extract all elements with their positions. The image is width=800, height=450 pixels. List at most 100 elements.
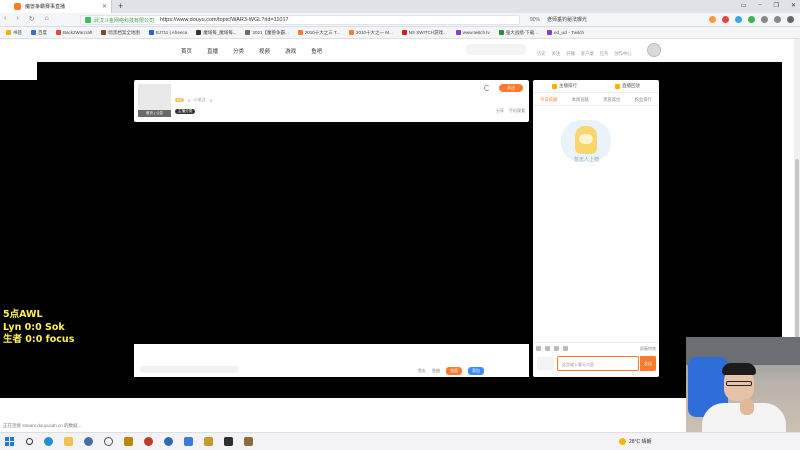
weather-widget[interactable]: 28°C 晴朗: [619, 438, 652, 445]
bookmark-item[interactable]: 强大战绩-下载...: [498, 30, 538, 36]
bookmark-item[interactable]: ed_ucl - Twitch: [547, 30, 584, 35]
bookmark-item[interactable]: 书签: [6, 30, 22, 36]
user-avatar[interactable]: [647, 43, 661, 57]
record-icon[interactable]: [144, 437, 153, 446]
download-icon[interactable]: [761, 16, 768, 23]
bookmark-icon: [101, 30, 107, 35]
site-nav-item[interactable]: 直播: [207, 47, 218, 55]
scrollbar-thumb[interactable]: [795, 159, 799, 359]
gift-tools: 鱼丸 鱼翅 充值 背包: [418, 367, 484, 375]
screenshot-icon[interactable]: [545, 346, 550, 351]
bookmark-item[interactable]: 2021【魔兽争霸...: [245, 30, 289, 36]
window-restore-icon[interactable]: ▭: [741, 2, 747, 9]
browser-tab[interactable]: 魔兽争霸赛事直播 ✕: [0, 0, 112, 13]
site-nav-item[interactable]: 视频: [259, 47, 270, 55]
send-button[interactable]: 发送: [640, 356, 656, 371]
bookmark-item[interactable]: www.twitch.tv: [455, 30, 490, 35]
bookmark-label: 2010十大之三 T...: [304, 29, 340, 35]
chat-input[interactable]: 这里输入聊天内容: [557, 356, 639, 371]
extension-icon[interactable]: [709, 16, 716, 23]
window-close-icon[interactable]: ✕: [791, 2, 796, 9]
mobile-watch-button[interactable]: 手机观看: [509, 108, 525, 114]
status-text: 正在连接 stream.douyucdn.cn 的数据...: [3, 423, 82, 428]
site-nav-item[interactable]: 首页: [181, 47, 192, 55]
extension-icon[interactable]: [735, 16, 742, 23]
app-icon[interactable]: [244, 437, 253, 446]
extension-icon[interactable]: [722, 16, 729, 23]
zoom-level[interactable]: 90%: [530, 17, 540, 23]
new-tab-button[interactable]: +: [118, 1, 123, 11]
home-icon[interactable]: ⌂: [45, 15, 49, 23]
recharge-button[interactable]: 充值: [446, 367, 462, 375]
url-field[interactable]: 武汉斗鱼网络科技有限公司 https://www.douyu.com/topic…: [80, 15, 520, 25]
steam-icon[interactable]: [164, 437, 173, 446]
extension-icon[interactable]: [748, 16, 755, 23]
room-thumbnail[interactable]: 首页 | 公告: [138, 84, 171, 117]
tab-week[interactable]: 本周贡献: [572, 97, 589, 103]
warcraft-icon[interactable]: [204, 437, 213, 446]
menu-icon[interactable]: [787, 16, 794, 23]
undo-icon[interactable]: [774, 16, 781, 23]
bookmark-item[interactable]: NS SWITCH游戏...: [401, 30, 447, 36]
bookmark-item[interactable]: 2010十大之三 T...: [297, 29, 340, 36]
url-text[interactable]: https://www.douyu.com/topic/WAR3-WGL?rid…: [160, 17, 289, 23]
bookmark-item[interactable]: 暗黑档案全地图: [101, 30, 140, 36]
bookmark-item[interactable]: BJ711 | Afreeca: [148, 30, 187, 35]
panel-top: 主播排行 直播回放: [533, 80, 659, 93]
site-search-input[interactable]: [466, 44, 526, 55]
forward-icon[interactable]: ›: [16, 15, 18, 23]
site-link[interactable]: 关注: [552, 51, 561, 57]
bookmark-item[interactable]: Back2Warcraft: [56, 30, 92, 35]
lock-scroll-icon[interactable]: [563, 346, 568, 351]
backpack-button[interactable]: 背包: [468, 367, 484, 375]
room-category-badge[interactable]: 主播分类: [175, 109, 196, 114]
share-button[interactable]: 分享: [496, 108, 504, 114]
tab-noble[interactable]: 贵族席位: [603, 97, 620, 103]
follow-button[interactable]: 关注: [499, 84, 523, 92]
reload-icon[interactable]: ↻: [29, 15, 35, 23]
game-icon[interactable]: [124, 437, 133, 446]
browser-icon[interactable]: [84, 437, 93, 446]
fishball-counter[interactable]: 鱼丸: [418, 368, 426, 374]
tab-today[interactable]: 今日贡献: [540, 97, 557, 103]
promo-text[interactable]: 老师垂钓秘法曝光: [547, 16, 587, 23]
clear-icon[interactable]: [554, 346, 559, 351]
panel-top-item[interactable]: 主播排行: [552, 83, 577, 89]
site-link[interactable]: 开播: [566, 51, 575, 57]
panel-top-item[interactable]: 直播回放: [615, 83, 640, 89]
site-link[interactable]: 任务: [600, 51, 609, 57]
site-nav-item[interactable]: 鱼吧: [311, 47, 322, 55]
window-minimize-icon[interactable]: –: [758, 2, 761, 9]
bookmark-item[interactable]: 百度: [31, 30, 47, 36]
tab-close-icon[interactable]: ✕: [102, 3, 107, 10]
tab-fans[interactable]: 粉丝排行: [635, 97, 652, 103]
site-nav-item[interactable]: 分类: [233, 47, 244, 55]
emoji-icon[interactable]: [536, 346, 541, 351]
gift-search-input[interactable]: [140, 366, 238, 373]
room-stat: 0: [209, 97, 212, 103]
site-link[interactable]: 创作中心: [614, 51, 631, 57]
site-link[interactable]: 历史: [537, 51, 546, 57]
file-explorer-icon[interactable]: [64, 437, 73, 446]
fan-level-badge[interactable]: [537, 357, 554, 370]
app-icon[interactable]: [224, 437, 233, 446]
bookmark-item[interactable]: 2010十大之一 M...: [349, 30, 393, 36]
search-icon[interactable]: [26, 438, 33, 445]
back-icon[interactable]: ‹: [4, 15, 6, 23]
nav-buttons: ‹ › ↻ ⌂: [4, 15, 49, 23]
site-nav-item[interactable]: 游戏: [285, 47, 296, 55]
refresh-icon[interactable]: [484, 85, 490, 91]
bookmark-icon: [196, 30, 202, 35]
bookmark-item[interactable]: 魔域每_魔域每...: [196, 30, 236, 36]
block-effects-toggle[interactable]: 屏蔽特效: [640, 346, 656, 352]
site-link[interactable]: 客户端: [581, 51, 594, 57]
clock-app-icon[interactable]: [104, 437, 113, 446]
window-maximize-icon[interactable]: ❐: [774, 2, 779, 9]
edge-icon[interactable]: [44, 437, 53, 446]
bookmark-icon: [56, 30, 61, 35]
fishfin-counter[interactable]: 鱼翅: [432, 368, 440, 374]
app-icon[interactable]: [184, 437, 193, 446]
bookmark-label: Back2Warcraft: [63, 30, 93, 35]
windows-taskbar: 28°C 晴朗: [0, 432, 800, 450]
start-icon[interactable]: [5, 437, 14, 446]
